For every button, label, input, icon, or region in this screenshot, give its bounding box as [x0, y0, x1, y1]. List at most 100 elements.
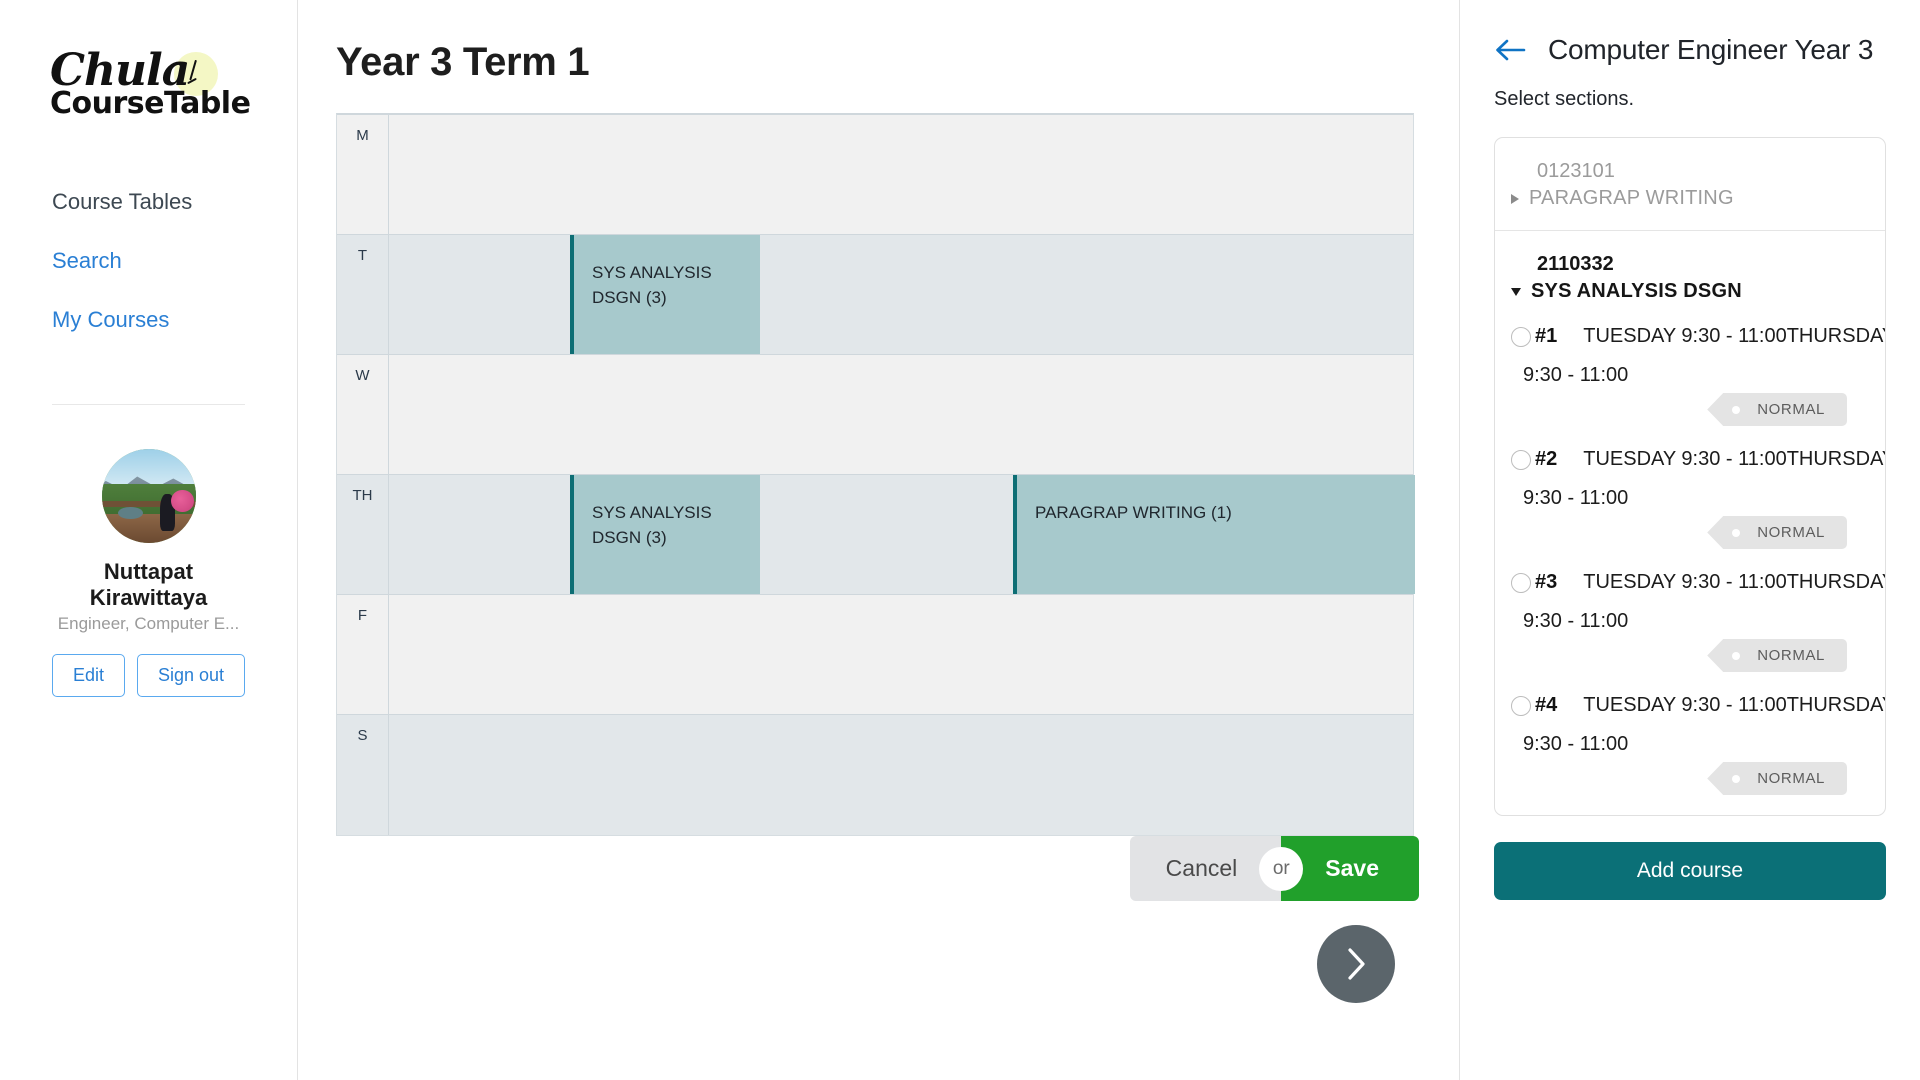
- day-track: [389, 595, 1413, 714]
- profile-actions: Edit Sign out: [34, 654, 263, 698]
- badge-row: NORMAL: [1511, 639, 1861, 672]
- course-group-toggle[interactable]: PARAGRAP WRITING: [1511, 187, 1861, 210]
- panel-header: Computer Engineer Year 3: [1494, 34, 1886, 66]
- timetable-row: F: [337, 595, 1413, 715]
- day-label: M: [337, 115, 389, 234]
- status-badge: NORMAL: [1723, 762, 1847, 795]
- section-radio[interactable]: [1511, 695, 1531, 716]
- section-header: #2 TUESDAY 9:30 - 11:00THURSDAY: [1511, 448, 1885, 471]
- day-label: W: [337, 355, 389, 474]
- course-block-subtitle: DSGN (3): [592, 287, 667, 307]
- course-group-toggle[interactable]: SYS ANALYSIS DSGN: [1511, 280, 1861, 303]
- sidebar-divider: [52, 403, 245, 405]
- section-selector-panel: Computer Engineer Year 3 Select sections…: [1460, 0, 1920, 1080]
- section-number: #3: [1535, 571, 1558, 593]
- badge-hole-icon: [1732, 528, 1741, 537]
- sidebar-item-search[interactable]: Search: [52, 248, 271, 273]
- badge-hole-icon: [1732, 651, 1741, 660]
- back-button[interactable]: [1494, 38, 1526, 62]
- timetable-row: W: [337, 355, 1413, 475]
- day-track: [389, 715, 1413, 835]
- sidebar-nav: Course Tables Search My Courses: [26, 189, 271, 368]
- course-block-title: SYS ANALYSIS: [592, 263, 712, 282]
- day-label: F: [337, 595, 389, 714]
- section-schedule-cont: 9:30 - 11:00: [1523, 733, 1629, 755]
- app-root: Chula CourseTable Course Tables Search M…: [0, 0, 1920, 1080]
- next-page-button[interactable]: [1317, 925, 1395, 1003]
- section-schedule: TUESDAY 9:30 - 11:00THURSDAY: [1583, 694, 1886, 716]
- page-title: Year 3 Term 1: [336, 40, 590, 84]
- section-row[interactable]: #1 TUESDAY 9:30 - 11:00THURSDAY 9:30 - 11:…: [1511, 325, 1885, 426]
- day-track: SYS ANALYSIS DSGN (3): [389, 235, 1413, 354]
- badge-hole-icon: [1732, 774, 1741, 783]
- timetable-row: TH SYS ANALYSIS DSGN (3) PARAGRAP WRITING (…: [337, 475, 1415, 595]
- caret-right-icon[interactable]: [1511, 193, 1519, 204]
- logo-word-text: CourseTable: [50, 85, 251, 121]
- timetable-row: T SYS ANALYSIS DSGN (3): [337, 235, 1413, 355]
- course-group: 0123101 PARAGRAP WRITING: [1495, 138, 1885, 230]
- day-track: [389, 355, 1413, 474]
- caret-down-icon[interactable]: [1511, 287, 1521, 296]
- section-radio[interactable]: [1511, 572, 1531, 593]
- section-schedule: TUESDAY 9:30 - 11:00THURSDAY: [1583, 448, 1886, 470]
- day-track: [389, 115, 1413, 234]
- or-separator: or: [1259, 846, 1304, 891]
- avatar: [101, 448, 196, 543]
- badge-row: NORMAL: [1511, 762, 1861, 795]
- section-header: #4 TUESDAY 9:30 - 11:00THURSDAY: [1511, 694, 1885, 717]
- section-row[interactable]: #3 TUESDAY 9:30 - 11:00THURSDAY 9:30 - 11:…: [1511, 571, 1885, 672]
- section-radio[interactable]: [1511, 449, 1531, 470]
- profile-subtitle: Engineer, Computer E...: [57, 614, 240, 634]
- timetable-grid: M T SYS ANALYSIS DSGN (3) W TH SYS ANALYSIS DSG…: [336, 113, 1415, 836]
- course-block[interactable]: SYS ANALYSIS DSGN (3): [570, 475, 760, 594]
- course-name: PARAGRAP WRITING: [1529, 187, 1734, 209]
- timetable-row: S: [337, 715, 1413, 835]
- badge-hole-icon: [1732, 405, 1741, 414]
- course-code: 0123101: [1537, 160, 1615, 182]
- profile-block: Nuttapat Kirawittaya Engineer, Computer …: [26, 448, 271, 698]
- section-schedule-cont: 9:30 - 11:00: [1523, 610, 1629, 632]
- main-content: Year 3 Term 1 M T SYS ANALYSIS DSGN (3) W TH S…: [298, 0, 1460, 1080]
- sidebar-item-my-courses[interactable]: My Courses: [52, 308, 271, 332]
- form-actions: Cancel or Save: [1129, 836, 1419, 901]
- sidebar: Chula CourseTable Course Tables Search M…: [0, 0, 298, 1080]
- status-badge: NORMAL: [1723, 639, 1847, 672]
- section-schedule: TUESDAY 9:30 - 11:00THURSDAY: [1583, 325, 1886, 347]
- badge-row: NORMAL: [1511, 516, 1861, 549]
- course-block[interactable]: SYS ANALYSIS DSGN (3): [570, 235, 760, 354]
- add-course-button[interactable]: Add course: [1494, 842, 1886, 900]
- section-header: #3 TUESDAY 9:30 - 11:00THURSDAY: [1511, 571, 1885, 594]
- status-badge: NORMAL: [1723, 393, 1847, 426]
- timetable-row: M: [337, 115, 1413, 235]
- course-group: 2110332 SYS ANALYSIS DSGN #1 TUESDAY 9:30 -…: [1495, 230, 1885, 815]
- sign-out-button[interactable]: Sign out: [136, 654, 246, 698]
- day-label: TH: [337, 475, 389, 594]
- section-number: #2: [1535, 448, 1558, 470]
- section-number: #1: [1535, 325, 1558, 347]
- arrow-left-icon: [1496, 39, 1526, 61]
- section-row[interactable]: #4 TUESDAY 9:30 - 11:00THURSDAY 9:30 - 11:…: [1511, 694, 1885, 795]
- course-block-subtitle: DSGN (3): [592, 527, 667, 547]
- badge-row: NORMAL: [1511, 393, 1861, 426]
- day-track: SYS ANALYSIS DSGN (3) PARAGRAP WRITING (1): [389, 475, 1415, 594]
- section-schedule-cont: 9:30 - 11:00: [1523, 364, 1629, 386]
- section-row[interactable]: #2 TUESDAY 9:30 - 11:00THURSDAY 9:30 - 11:…: [1511, 448, 1885, 549]
- course-block-title: PARAGRAP WRITING (1): [1035, 503, 1232, 522]
- profile-name-last: Kirawittaya: [89, 584, 208, 610]
- panel-title: Computer Engineer Year 3: [1548, 34, 1874, 65]
- app-logo[interactable]: Chula CourseTable: [26, 49, 271, 134]
- course-code: 2110332: [1537, 253, 1614, 275]
- chevron-right-icon: [1348, 948, 1365, 980]
- edit-profile-button[interactable]: Edit: [51, 654, 125, 698]
- section-schedule-cont: 9:30 - 11:00: [1523, 487, 1629, 509]
- course-groups-card: 0123101 PARAGRAP WRITING 2110332 SYS ANALYS…: [1494, 137, 1886, 816]
- course-block[interactable]: PARAGRAP WRITING (1): [1013, 475, 1415, 594]
- profile-name-first: Nuttapat: [103, 558, 194, 584]
- profile-name: Nuttapat Kirawittaya: [34, 559, 263, 611]
- day-label: T: [337, 235, 389, 354]
- day-label: S: [337, 715, 389, 835]
- sidebar-item-course-tables[interactable]: Course Tables: [52, 189, 271, 214]
- section-radio[interactable]: [1511, 326, 1531, 347]
- status-badge: NORMAL: [1723, 516, 1847, 549]
- section-number: #4: [1535, 694, 1558, 716]
